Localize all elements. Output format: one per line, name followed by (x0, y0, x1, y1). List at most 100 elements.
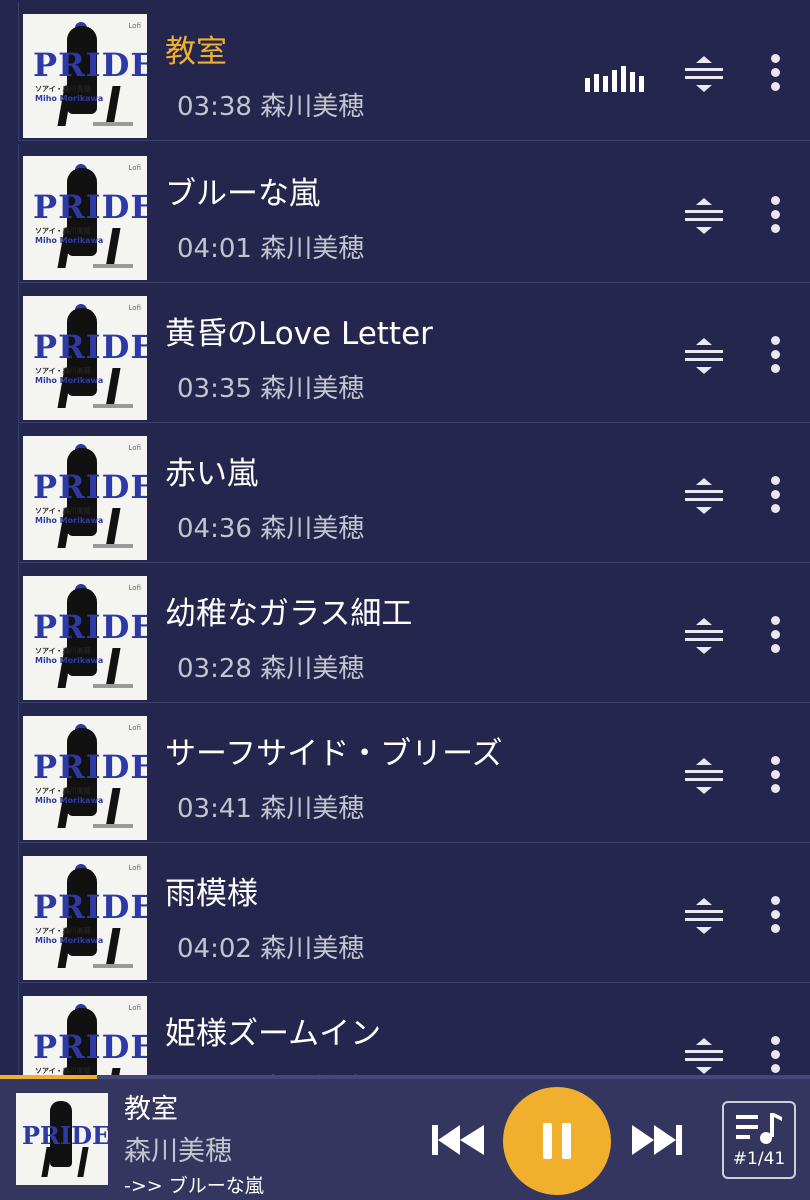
drag-handle-icon[interactable] (685, 618, 723, 654)
playlist: PRIDE ソアイ・森川美穂 Miho Morikawa Lofi 教室 03:… (0, 0, 810, 1075)
track-meta: 03:28 森川美穂 (177, 654, 365, 684)
pause-icon (543, 1123, 552, 1159)
pause-icon (562, 1123, 571, 1159)
art-subtitle: ソアイ・森川美穂 (35, 787, 91, 795)
album-art: PRIDE ソアイ・森川美穂 Miho Morikawa Lofi (23, 156, 147, 280)
art-shadow (93, 122, 133, 126)
skip-previous-icon[interactable] (430, 1123, 486, 1157)
art-title: PRIDE (33, 468, 147, 506)
track-title: 教室 (165, 34, 227, 70)
playlist-item[interactable]: PRIDE ソアイ・森川美穂 Miho Morikawa Lofi 雨模様 04… (18, 844, 810, 983)
album-art: PRIDE ソアイ・森川美穂 Miho Morikawa Lofi (23, 856, 147, 980)
art-title: PRIDE (33, 608, 147, 646)
queue-button[interactable]: #1/41 (722, 1101, 796, 1179)
player-next-up: ->> ブルーな嵐 (124, 1175, 264, 1197)
pause-button[interactable] (503, 1087, 611, 1195)
art-corner-text: Lofi (128, 164, 141, 172)
art-corner-text: Lofi (128, 864, 141, 872)
drag-handle-icon[interactable] (685, 898, 723, 934)
playlist-item[interactable]: PRIDE ソアイ・森川美穂 Miho Morikawa Lofi サーフサイド… (18, 704, 810, 843)
art-shadow (93, 964, 133, 968)
queue-count: #1/41 (732, 1149, 786, 1169)
queue-music-icon (736, 1113, 782, 1144)
player-album-art[interactable]: PRIDE (16, 1093, 108, 1185)
more-vertical-icon[interactable] (767, 476, 783, 520)
drag-handle-icon[interactable] (685, 56, 723, 92)
drag-handle-icon[interactable] (685, 198, 723, 234)
art-corner-text: Lofi (128, 1004, 141, 1012)
art-artist: Miho Morikawa (35, 796, 104, 805)
track-meta: 04:01 森川美穂 (177, 234, 365, 264)
playlist-item[interactable]: PRIDE ソアイ・森川美穂 Miho Morikawa Lofi 赤い嵐 04… (18, 424, 810, 563)
track-title: 姫様ズームイン (165, 1016, 382, 1052)
player-artist: 森川美穂 (124, 1136, 232, 1167)
art-subtitle: ソアイ・森川美穂 (35, 647, 91, 655)
track-meta: 03:35 森川美穂 (177, 374, 365, 404)
skip-next-icon[interactable] (630, 1123, 686, 1157)
more-vertical-icon[interactable] (767, 196, 783, 240)
track-meta: 03:42 森川美穂 (177, 1068, 364, 1075)
art-title: PRIDE (33, 188, 147, 226)
progress-fill (0, 1075, 98, 1079)
drag-handle-icon[interactable] (685, 478, 723, 514)
art-shadow (93, 824, 133, 828)
art-title: PRIDE (22, 1121, 108, 1150)
art-corner-text: Lofi (128, 444, 141, 452)
album-art: PRIDE ソアイ・森川美穂 Miho Morikawa Lofi (23, 716, 147, 840)
art-shadow (93, 684, 133, 688)
more-vertical-icon[interactable] (767, 896, 783, 940)
art-title: PRIDE (33, 888, 147, 926)
art-title: PRIDE (33, 1028, 147, 1066)
mini-player[interactable]: PRIDE 教室 森川美穂 ->> ブルーな嵐 #1/41 (0, 1075, 810, 1200)
playlist-item[interactable]: PRIDE ソアイ・森川美穂 Miho Morikawa Lofi 教室 03:… (18, 2, 810, 141)
art-legs (41, 1147, 89, 1177)
album-art: PRIDE ソアイ・森川美穂 Miho Morikawa Lofi (23, 996, 147, 1075)
playlist-item[interactable]: PRIDE ソアイ・森川美穂 Miho Morikawa Lofi 幼稚なガラス… (18, 564, 810, 703)
art-artist: Miho Morikawa (35, 516, 104, 525)
playlist-item[interactable]: PRIDE ソアイ・森川美穂 Miho Morikawa Lofi 姫様ズームイ… (18, 984, 810, 1075)
track-title: 黄昏のLove Letter (165, 316, 433, 352)
album-art: PRIDE ソアイ・森川美穂 Miho Morikawa Lofi (23, 436, 147, 560)
track-meta: 03:38 森川美穂 (177, 92, 365, 122)
art-title: PRIDE (33, 46, 147, 84)
art-shadow (93, 404, 133, 408)
art-corner-text: Lofi (128, 724, 141, 732)
track-title: 雨模様 (165, 876, 258, 912)
art-subtitle: ソアイ・森川美穂 (35, 367, 91, 375)
art-subtitle: ソアイ・森川美穂 (35, 927, 91, 935)
more-vertical-icon[interactable] (767, 336, 783, 380)
art-artist: Miho Morikawa (35, 936, 104, 945)
playback-progress[interactable] (0, 1075, 810, 1079)
player-track-title: 教室 (124, 1094, 178, 1125)
drag-handle-icon[interactable] (685, 1038, 723, 1074)
track-meta: 04:02 森川美穂 (177, 934, 365, 964)
drag-handle-icon[interactable] (685, 338, 723, 374)
art-title: PRIDE (33, 748, 147, 786)
playlist-item[interactable]: PRIDE ソアイ・森川美穂 Miho Morikawa Lofi 黄昏のLov… (18, 284, 810, 423)
art-shadow (93, 264, 133, 268)
album-art: PRIDE ソアイ・森川美穂 Miho Morikawa Lofi (23, 296, 147, 420)
track-meta: 03:41 森川美穂 (177, 794, 365, 824)
more-vertical-icon[interactable] (767, 1036, 783, 1075)
art-artist: Miho Morikawa (35, 656, 104, 665)
art-shadow (93, 544, 133, 548)
track-title: 幼稚なガラス細工 (165, 596, 413, 632)
art-title: PRIDE (33, 328, 147, 366)
art-subtitle: ソアイ・森川美穂 (35, 507, 91, 515)
art-subtitle: ソアイ・森川美穂 (35, 227, 91, 235)
art-corner-text: Lofi (128, 22, 141, 30)
more-vertical-icon[interactable] (767, 54, 783, 98)
art-artist: Miho Morikawa (35, 94, 104, 103)
album-art: PRIDE ソアイ・森川美穂 Miho Morikawa Lofi (23, 576, 147, 700)
art-corner-text: Lofi (128, 584, 141, 592)
track-title: サーフサイド・ブリーズ (165, 736, 503, 772)
art-subtitle: ソアイ・森川美穂 (35, 85, 91, 93)
track-title: ブルーな嵐 (165, 176, 320, 212)
playlist-item[interactable]: PRIDE ソアイ・森川美穂 Miho Morikawa Lofi ブルーな嵐 … (18, 144, 810, 283)
more-vertical-icon[interactable] (767, 756, 783, 800)
art-corner-text: Lofi (128, 304, 141, 312)
track-title: 赤い嵐 (165, 456, 258, 492)
drag-handle-icon[interactable] (685, 758, 723, 794)
art-subtitle: ソアイ・森川美穂 (35, 1067, 91, 1075)
more-vertical-icon[interactable] (767, 616, 783, 660)
